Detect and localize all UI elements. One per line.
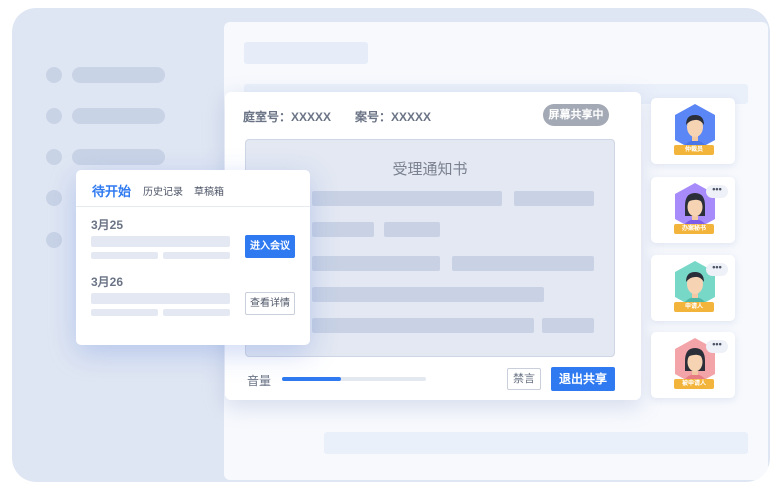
doc-line	[452, 256, 594, 271]
court-room-number: 庭室号：XXXXX	[243, 110, 332, 124]
screen-sharing-badge: 屏幕共享中	[543, 104, 609, 126]
join-meeting-button[interactable]: 进入会议	[245, 235, 295, 258]
volume-label: 音量	[247, 374, 272, 388]
doc-line	[384, 222, 440, 237]
volume-slider[interactable]	[282, 377, 426, 381]
meeting-info-placeholder	[163, 252, 230, 259]
speaking-indicator-icon: •••	[706, 340, 728, 353]
participant-role-tag: 被申请人	[674, 379, 714, 389]
case-number: 案号：XXXXX	[355, 110, 432, 124]
tab-pending[interactable]: 待开始	[92, 181, 131, 200]
doc-line	[542, 318, 594, 333]
doc-line	[312, 256, 440, 271]
participant-card[interactable]: 仲裁员	[651, 98, 735, 164]
content-bar-bottom	[324, 432, 748, 454]
sidebar-icon-3[interactable]	[46, 149, 62, 165]
participant-card[interactable]: ••• 被申请人	[651, 332, 735, 398]
volume-slider-fill	[282, 377, 342, 381]
doc-line	[312, 287, 544, 302]
sidebar-item-2[interactable]	[72, 108, 165, 124]
meeting-info-placeholder	[91, 309, 158, 316]
participant-card[interactable]: ••• 办案秘书	[651, 177, 735, 243]
sidebar-item-3[interactable]	[72, 149, 165, 165]
participant-role-tag: 申请人	[674, 302, 714, 312]
meeting-date: 3月25	[91, 218, 124, 232]
speaking-indicator-icon: •••	[706, 263, 728, 276]
sidebar-icon-2[interactable]	[46, 108, 62, 124]
doc-line	[514, 191, 594, 206]
tab-drafts[interactable]: 草稿箱	[194, 183, 224, 198]
meeting-info-placeholder	[91, 252, 158, 259]
doc-line	[312, 222, 374, 237]
participant-card[interactable]: ••• 申请人	[651, 255, 735, 321]
meeting-info-placeholder	[91, 236, 230, 247]
view-details-button[interactable]: 查看详情	[245, 292, 295, 315]
tab-history[interactable]: 历史记录	[143, 183, 183, 198]
sidebar-item-1[interactable]	[72, 67, 165, 83]
doc-line	[312, 318, 534, 333]
page-header-placeholder	[244, 42, 368, 64]
meeting-info-placeholder	[163, 309, 230, 316]
sidebar-icon-1[interactable]	[46, 67, 62, 83]
sidebar-icon-5[interactable]	[46, 232, 62, 248]
meeting-schedule-panel: 待开始 历史记录 草稿箱 3月25 进入会议 3月26 查看详情	[76, 170, 310, 345]
doc-line	[312, 191, 502, 206]
exit-share-button[interactable]: 退出共享	[551, 367, 615, 391]
mute-button[interactable]: 禁言	[507, 368, 541, 390]
sidebar-icon-4[interactable]	[46, 190, 62, 206]
meeting-info-placeholder	[91, 293, 230, 304]
meeting-date: 3月26	[91, 275, 124, 289]
participant-role-tag: 办案秘书	[674, 224, 714, 234]
speaking-indicator-icon: •••	[706, 185, 728, 198]
participant-role-tag: 仲裁员	[674, 145, 714, 155]
schedule-tabs: 待开始 历史记录 草稿箱	[76, 170, 310, 207]
